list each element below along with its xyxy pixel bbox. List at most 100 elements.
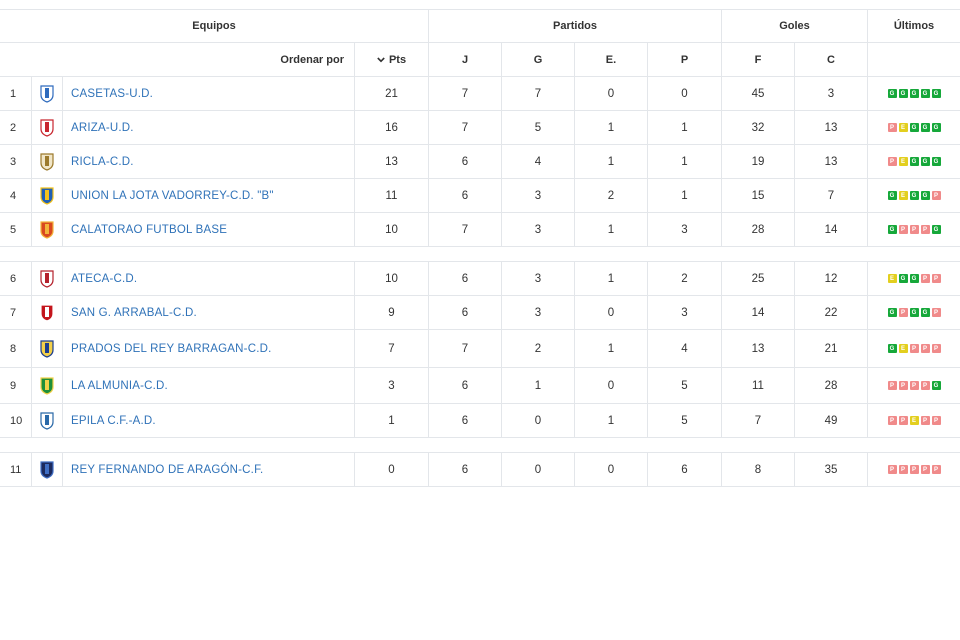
column-g[interactable]: G — [501, 43, 574, 76]
last-results-cell: EGGPP — [867, 262, 960, 295]
last-results-cell: PPPPP — [867, 453, 960, 486]
result-badge: G — [931, 89, 941, 98]
p-cell: 1 — [647, 111, 721, 144]
chevron-down-icon — [377, 56, 385, 62]
team-link[interactable]: EPILA C.F.-A.D. — [71, 415, 156, 427]
position-cell: 9 — [10, 379, 17, 392]
pts-cell: 10 — [354, 213, 428, 246]
team-cell: RICLA-C.D. — [62, 145, 354, 178]
group-separator — [0, 247, 960, 262]
f-cell: 13 — [721, 330, 794, 367]
c-cell: 21 — [794, 330, 867, 367]
result-badge: P — [898, 308, 908, 317]
e-cell: 0 — [574, 368, 647, 403]
result-badge: P — [931, 344, 941, 353]
g-cell: 1 — [501, 368, 574, 403]
result-badge: P — [898, 381, 908, 390]
team-link[interactable]: LA ALMUNIA-C.D. — [71, 380, 168, 392]
g-cell: 3 — [501, 213, 574, 246]
result-badge: E — [898, 191, 908, 200]
san-g-arrabal-crest-icon — [40, 303, 54, 322]
pts-cell: 10 — [354, 262, 428, 295]
team-link[interactable]: ARIZA-U.D. — [71, 122, 134, 134]
union-la-jota-crest-icon — [40, 186, 54, 205]
j-cell: 6 — [428, 453, 501, 486]
prados-del-rey-crest-icon — [40, 339, 54, 358]
f-cell: 11 — [721, 368, 794, 403]
column-e[interactable]: E. — [574, 43, 647, 76]
result-badge: G — [887, 308, 897, 317]
team-cell: EPILA C.F.-A.D. — [62, 404, 354, 437]
result-badge: P — [898, 225, 908, 234]
crest-cell — [31, 404, 62, 437]
result-badge: P — [920, 344, 930, 353]
crest-cell — [31, 330, 62, 367]
p-cell: 5 — [647, 368, 721, 403]
last-results-cell: GPGGP — [867, 296, 960, 329]
result-badge: E — [887, 274, 897, 283]
sort-pts-button[interactable]: Pts — [354, 43, 428, 76]
j-cell: 6 — [428, 179, 501, 212]
e-cell: 1 — [574, 262, 647, 295]
team-link[interactable]: ATECA-C.D. — [71, 273, 137, 285]
j-cell: 6 — [428, 145, 501, 178]
team-link[interactable]: RICLA-C.D. — [71, 156, 134, 168]
pts-cell: 9 — [354, 296, 428, 329]
last-results-cell: PPPPG — [867, 368, 960, 403]
team-link[interactable]: PRADOS DEL REY BARRAGAN-C.D. — [71, 343, 272, 355]
result-badge: P — [887, 465, 897, 474]
table-row: 3 RICLA-C.D. 13 6 4 1 1 19 13 P E G G G — [0, 145, 960, 179]
team-link[interactable]: SAN G. ARRABAL-C.D. — [71, 307, 197, 319]
team-cell: UNION LA JOTA VADORREY-C.D. "B" — [62, 179, 354, 212]
f-cell: 8 — [721, 453, 794, 486]
c-cell: 35 — [794, 453, 867, 486]
position-cell: 4 — [10, 189, 17, 202]
result-badge: G — [909, 274, 919, 283]
header-last: Últimos — [867, 10, 960, 42]
column-p[interactable]: P — [647, 43, 721, 76]
column-f[interactable]: F — [721, 43, 794, 76]
position-cell: 1 — [10, 87, 17, 100]
team-link[interactable]: CASETAS-U.D. — [71, 88, 153, 100]
result-badge: G — [887, 191, 897, 200]
p-cell: 3 — [647, 296, 721, 329]
ariza-crest-icon — [40, 118, 54, 137]
group-separator — [0, 438, 960, 453]
j-cell: 6 — [428, 404, 501, 437]
table-row: 8 PRADOS DEL REY BARRAGAN-C.D. 7 7 2 1 4 13 21 G E… — [0, 330, 960, 368]
team-link[interactable]: UNION LA JOTA VADORREY-C.D. "B" — [71, 190, 274, 202]
team-cell: CASETAS-U.D. — [62, 77, 354, 110]
result-badge: G — [887, 344, 897, 353]
e-cell: 0 — [574, 77, 647, 110]
column-j[interactable]: J — [428, 43, 501, 76]
pts-cell: 21 — [354, 77, 428, 110]
last-results-cell: GGGGG — [867, 77, 960, 110]
result-badge: P — [909, 344, 919, 353]
result-badge: P — [909, 225, 919, 234]
column-c[interactable]: C — [794, 43, 867, 76]
e-cell: 1 — [574, 404, 647, 437]
crest-cell — [31, 453, 62, 486]
position-cell: 5 — [10, 223, 17, 236]
header-goals: Goles — [721, 10, 867, 42]
f-cell: 19 — [721, 145, 794, 178]
result-badge: E — [898, 157, 908, 166]
e-cell: 2 — [574, 179, 647, 212]
rey-fernando-crest-icon — [40, 460, 54, 479]
f-cell: 45 — [721, 77, 794, 110]
crest-cell — [31, 213, 62, 246]
p-cell: 6 — [647, 453, 721, 486]
team-link[interactable]: REY FERNANDO DE ARAGÓN-C.F. — [71, 464, 263, 476]
result-badge: P — [920, 416, 930, 425]
team-link[interactable]: CALATORAO FUTBOL BASE — [71, 224, 227, 236]
c-cell: 13 — [794, 111, 867, 144]
team-cell: ATECA-C.D. — [62, 262, 354, 295]
g-cell: 2 — [501, 330, 574, 367]
result-badge: G — [920, 157, 930, 166]
f-cell: 7 — [721, 404, 794, 437]
result-badge: G — [909, 191, 919, 200]
position-cell: 7 — [10, 306, 17, 319]
result-badge: G — [909, 123, 919, 132]
j-cell: 7 — [428, 330, 501, 367]
last-results-cell: GEGGP — [867, 179, 960, 212]
